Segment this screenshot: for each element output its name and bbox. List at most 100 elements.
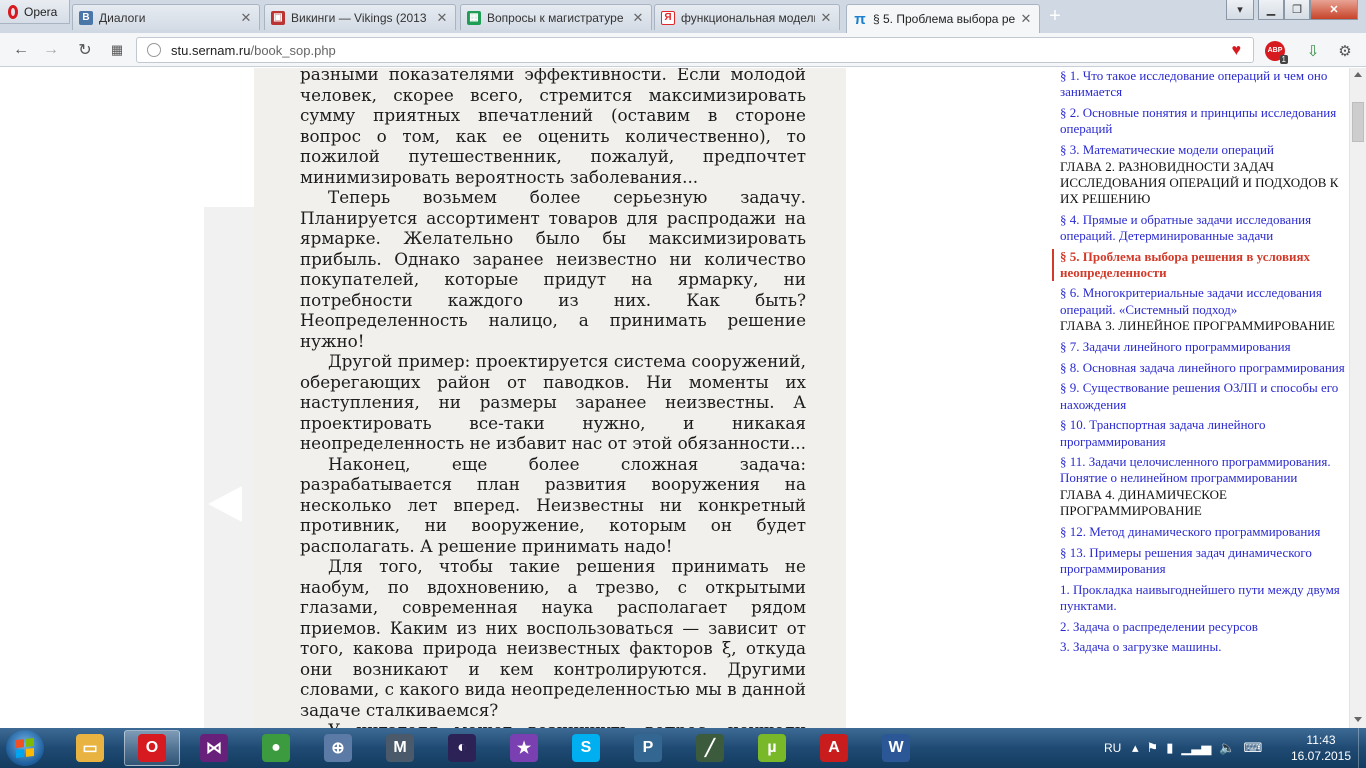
toc-link[interactable]: 1. Прокладка наивыгоднейшего пути между … xyxy=(1052,582,1348,614)
sheets-icon: ▦ xyxy=(467,10,481,25)
show-desktop-button[interactable] xyxy=(1358,728,1366,768)
volume-icon[interactable]: 🔈 xyxy=(1219,740,1235,756)
reload-button[interactable]: ↻ xyxy=(74,39,96,61)
tab-current-page[interactable]: π § 5. Проблема выбора ре ✕ xyxy=(846,4,1040,33)
toc-link[interactable]: § 3. Математические модели операций xyxy=(1052,142,1348,158)
toc-link[interactable]: § 11. Задачи целочисленного программиров… xyxy=(1052,454,1348,486)
maximize-button[interactable]: ❐ xyxy=(1284,0,1310,20)
tab-questions[interactable]: ▦ Вопросы к магистратуре ✕ xyxy=(460,4,652,30)
close-tab-icon[interactable]: ✕ xyxy=(239,10,253,26)
book-paragraph: Наконец, еще более сложная задача: разра… xyxy=(300,453,806,556)
toc-link[interactable]: § 10. Транспортная задача линейного прог… xyxy=(1052,417,1348,449)
start-button[interactable] xyxy=(6,730,44,766)
clock[interactable]: 11:43 16.07.2015 xyxy=(1288,732,1354,764)
utorrent-icon: µ xyxy=(758,734,786,762)
bookmark-heart-icon[interactable]: ♥ xyxy=(1232,42,1242,60)
speed-dial-icon[interactable]: ▦ xyxy=(106,39,128,61)
opera-icon: O xyxy=(138,734,166,762)
close-tab-icon[interactable]: ✕ xyxy=(1019,11,1033,27)
elephant-icon: P xyxy=(634,734,662,762)
toc-link[interactable]: § 13. Примеры решения задач динамическог… xyxy=(1052,545,1348,577)
close-window-button[interactable]: ✕ xyxy=(1310,0,1358,20)
scroll-down-arrow-icon[interactable] xyxy=(1354,717,1362,722)
book-paragraph: Теперь возьмем более серьезную задачу. П… xyxy=(300,187,806,351)
windows-taskbar: ▭ O ⋈ ● ⊕ M ◐ ★ S P ╱ µ A W RU ▴ ⚑ ▮ ▁▃▅ 🔈 ⌨ 11:43 16… xyxy=(0,728,1366,768)
system-tray: ▴ ⚑ ▮ ▁▃▅ 🔈 ⌨ xyxy=(1132,728,1262,768)
toc-link[interactable]: § 4. Прямые и обратные задачи исследован… xyxy=(1052,212,1348,244)
back-button[interactable]: ← xyxy=(10,39,32,61)
network-signal-icon[interactable]: ▁▃▅ xyxy=(1181,740,1211,756)
skype-app[interactable]: S xyxy=(558,730,614,766)
toc-link[interactable]: § 6. Многокритериальные задачи исследова… xyxy=(1052,285,1348,317)
close-tab-icon[interactable]: ✕ xyxy=(819,10,833,26)
tab-label: функциональная модель xyxy=(681,10,815,25)
tab-functional-model[interactable]: Я функциональная модель ✕ xyxy=(654,4,840,30)
tab-strip: Opera В Диалоги ✕ ▣ Викинги — Vikings (2… xyxy=(0,0,1366,33)
toc-link[interactable]: 2. Задача о распределении ресурсов xyxy=(1052,619,1348,635)
pdf-icon: A xyxy=(820,734,848,762)
keyboard-icon[interactable]: ⌨ xyxy=(1244,740,1263,756)
close-tab-icon[interactable]: ✕ xyxy=(631,10,645,26)
tab-label: Викинги — Vikings (2013 xyxy=(291,10,427,25)
toc-link[interactable]: § 8. Основная задача линейного программи… xyxy=(1052,360,1348,376)
power-icon[interactable]: ▮ xyxy=(1166,740,1173,756)
scroll-up-arrow-icon[interactable] xyxy=(1354,72,1362,77)
tab-vikings[interactable]: ▣ Викинги — Vikings (2013 ✕ xyxy=(264,4,456,30)
acrobat-app[interactable]: A xyxy=(806,730,862,766)
clock-time: 11:43 xyxy=(1306,733,1336,747)
settings-icon[interactable]: ⚙ xyxy=(1334,40,1356,62)
toc-link[interactable]: § 9. Существование решения ОЗЛП и способ… xyxy=(1052,380,1348,412)
language-indicator[interactable]: RU xyxy=(1104,728,1121,768)
visual-studio-app[interactable]: ⋈ xyxy=(186,730,242,766)
postgres-app[interactable]: P xyxy=(620,730,676,766)
toc-link[interactable]: 3. Задача о загрузке машины. xyxy=(1052,639,1348,655)
previous-page-band[interactable] xyxy=(204,207,254,728)
utorrent-app[interactable]: µ xyxy=(744,730,800,766)
toc-link[interactable]: § 2. Основные понятия и принципы исследо… xyxy=(1052,105,1348,137)
toc-link[interactable]: § 7. Задачи линейного программирования xyxy=(1052,339,1348,355)
tab-label: Вопросы к магистратуре xyxy=(487,10,624,25)
network-tool-app[interactable]: ⊕ xyxy=(310,730,366,766)
tab-menu-button[interactable]: ▾ xyxy=(1226,0,1254,20)
m-icon: M xyxy=(386,734,414,762)
book-paragraph: разными показателями эффективности. Если… xyxy=(300,68,806,187)
tab-dialogs[interactable]: В Диалоги ✕ xyxy=(72,4,260,30)
star-app[interactable]: ★ xyxy=(496,730,552,766)
toc-link[interactable]: § 1. Что такое исследование операций и ч… xyxy=(1052,68,1348,100)
eclipse-app[interactable]: ◐ xyxy=(434,730,490,766)
adblock-icon[interactable]: ABP 1 xyxy=(1264,40,1288,64)
tab-label: Диалоги xyxy=(99,10,146,25)
chrome-icon: ● xyxy=(262,734,290,762)
vk-icon: В xyxy=(79,10,93,25)
scroll-thumb[interactable] xyxy=(1352,102,1364,142)
skype-icon: S xyxy=(572,734,600,762)
toc-chapter-heading: ГЛАВА 2. РАЗНОВИДНОСТИ ЗАДАЧ ИССЛЕДОВАНИ… xyxy=(1060,158,1339,206)
chart-app[interactable]: ╱ xyxy=(682,730,738,766)
chrome-app[interactable]: ● xyxy=(248,730,304,766)
previous-page-arrow-icon[interactable] xyxy=(208,486,242,522)
book-paragraph: Для того, чтобы такие решения принимать … xyxy=(300,556,806,720)
tray-expand-icon[interactable]: ▴ xyxy=(1132,740,1139,756)
action-center-flag-icon[interactable]: ⚑ xyxy=(1147,740,1159,756)
explorer-app[interactable]: ▭ xyxy=(62,730,118,766)
globe-icon xyxy=(147,43,161,57)
vertical-scrollbar[interactable] xyxy=(1349,68,1366,728)
forward-button[interactable]: → xyxy=(40,39,62,61)
window-buttons: ▁ ❐ ✕ xyxy=(1258,0,1358,20)
address-bar[interactable]: stu.sernam.ru/book_sop.php ♥ xyxy=(136,37,1254,63)
m-app[interactable]: M xyxy=(372,730,428,766)
word-app[interactable]: W xyxy=(868,730,924,766)
book-page-text: разными показателями эффективности. Если… xyxy=(300,68,806,728)
toc-link[interactable]: § 12. Метод динамического программирован… xyxy=(1052,524,1348,540)
opera-menu-button[interactable]: Opera xyxy=(0,0,70,24)
toc-chapter-heading: ГЛАВА 3. ЛИНЕЙНОЕ ПРОГРАММИРОВАНИЕ xyxy=(1060,318,1335,334)
download-icon[interactable]: ⇩ xyxy=(1302,40,1324,62)
toc-current-section[interactable]: § 5. Проблема выбора решения в условиях … xyxy=(1052,248,1348,281)
word-icon: W xyxy=(882,734,910,762)
satellite-icon: ⊕ xyxy=(324,734,352,762)
close-tab-icon[interactable]: ✕ xyxy=(435,10,449,26)
minimize-button[interactable]: ▁ xyxy=(1258,0,1284,20)
book-paragraph: Другой пример: проектируется система соо… xyxy=(300,351,806,453)
new-tab-button[interactable]: + xyxy=(1045,6,1065,26)
opera-app[interactable]: O xyxy=(124,730,180,766)
